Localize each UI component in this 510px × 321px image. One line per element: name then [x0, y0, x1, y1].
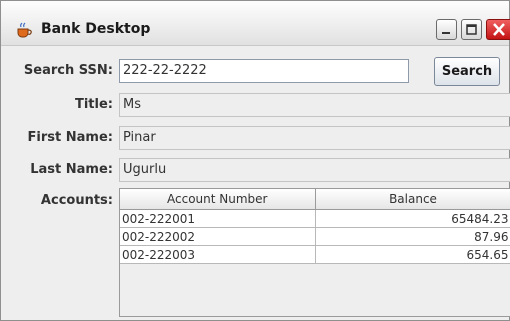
- column-header-balance[interactable]: Balance: [315, 189, 510, 210]
- table-row[interactable]: 002-222001 65484.23: [120, 209, 510, 228]
- close-button[interactable]: [486, 19, 510, 40]
- accounts-table-scrollpane[interactable]: Account Number Balance 002-222001 65484.…: [119, 188, 510, 317]
- title-label: Title:: [74, 97, 113, 112]
- last-name-label: Last Name:: [30, 162, 113, 177]
- accounts-table: Account Number Balance 002-222001 65484.…: [120, 189, 510, 264]
- balance-cell[interactable]: 87.96: [315, 227, 510, 246]
- maximize-button[interactable]: [461, 19, 482, 40]
- column-header-account-number[interactable]: Account Number: [120, 189, 316, 210]
- account-number-cell[interactable]: 002-222001: [120, 209, 316, 228]
- table-row[interactable]: 002-222002 87.96: [120, 227, 510, 246]
- bank-desktop-window: Bank Desktop Search SSN: 222-22-2222 Sea…: [0, 0, 510, 321]
- account-number-cell[interactable]: 002-222003: [120, 245, 316, 264]
- close-icon: [493, 23, 505, 36]
- window-title: Bank Desktop: [41, 21, 151, 37]
- first-name-label: First Name:: [27, 130, 113, 145]
- minimize-button[interactable]: [436, 19, 457, 40]
- first-name-field[interactable]: Pinar: [119, 126, 510, 150]
- search-ssn-label: Search SSN:: [23, 63, 113, 78]
- search-ssn-input[interactable]: 222-22-2222: [119, 59, 409, 83]
- balance-cell[interactable]: 654.65: [315, 245, 510, 264]
- title-field[interactable]: Ms: [119, 93, 510, 117]
- maximize-icon: [466, 24, 477, 35]
- table-header-row: Account Number Balance: [120, 189, 510, 210]
- search-button[interactable]: Search: [434, 57, 500, 86]
- minimize-icon: [442, 32, 450, 34]
- accounts-label: Accounts:: [40, 193, 113, 208]
- account-number-cell[interactable]: 002-222002: [120, 227, 316, 246]
- java-cup-icon: [15, 22, 33, 38]
- title-bar[interactable]: Bank Desktop: [1, 1, 510, 46]
- last-name-field[interactable]: Ugurlu: [119, 158, 510, 182]
- table-row[interactable]: 002-222003 654.65: [120, 245, 510, 264]
- balance-cell[interactable]: 65484.23: [315, 209, 510, 228]
